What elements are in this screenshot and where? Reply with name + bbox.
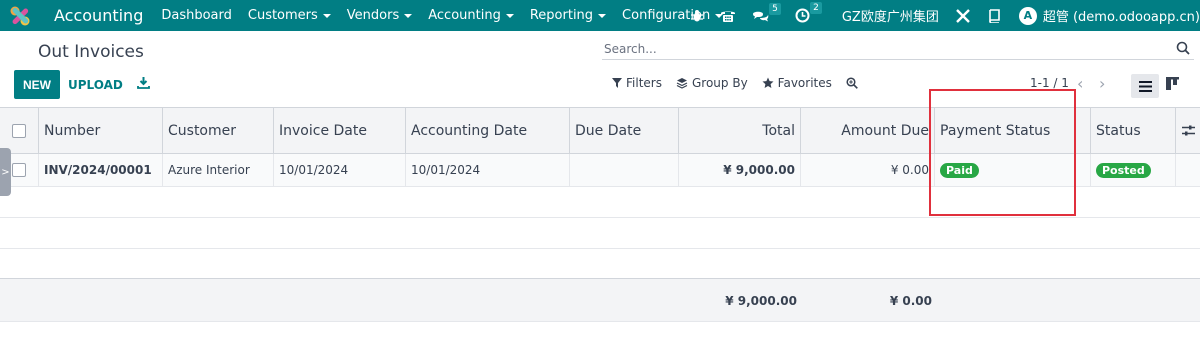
messages-icon[interactable]: 5	[752, 2, 781, 23]
search-panel-toggles: Filters Group By Favorites	[612, 76, 876, 90]
cell-invoice-date[interactable]: 10/01/2024	[274, 154, 406, 186]
menu-accounting-label: Accounting	[428, 8, 501, 23]
column-header-customer[interactable]: Customer	[163, 108, 274, 153]
kanban-view-button[interactable]	[1166, 77, 1179, 94]
breadcrumb: Out Invoices	[38, 42, 144, 62]
row-checkbox[interactable]	[12, 163, 26, 177]
caret-down-icon	[505, 13, 514, 18]
upload-button[interactable]: UPLOAD	[68, 70, 123, 99]
cell-total[interactable]: ¥ 9,000.00	[679, 154, 801, 186]
activities-count-badge: 2	[810, 2, 822, 14]
filters-label: Filters	[626, 76, 662, 90]
search-bar	[602, 38, 1194, 60]
download-icon[interactable]	[137, 76, 150, 93]
column-header-invoice-date[interactable]: Invoice Date	[274, 108, 406, 153]
menu-dashboard-label: Dashboard	[161, 8, 232, 23]
pager-next-icon[interactable]: ›	[1099, 74, 1105, 93]
footer-amount-due-sum: ¥ 0.00	[889, 293, 932, 308]
cell-number[interactable]: INV/2024/00001	[39, 154, 163, 186]
optional-columns-toggle[interactable]	[1176, 108, 1200, 153]
column-header-total[interactable]: Total	[679, 108, 801, 153]
filter-icon	[612, 78, 622, 88]
bug-icon[interactable]	[690, 9, 704, 23]
zoom-icon	[846, 77, 858, 89]
company-switcher[interactable]: GZ欧度广州集团	[842, 6, 939, 25]
menu-customers[interactable]: Customers	[248, 8, 331, 23]
kanban-view-icon	[1166, 77, 1179, 90]
list-view-button[interactable]	[1131, 74, 1159, 98]
top-navbar: Accounting Dashboard Customers Vendors A…	[0, 0, 1200, 31]
search-options-button[interactable]	[846, 77, 862, 89]
star-icon	[762, 77, 774, 88]
menu-customers-label: Customers	[247, 8, 318, 23]
list-view-icon	[1138, 80, 1152, 92]
column-header-amount-due[interactable]: Amount Due	[801, 108, 935, 153]
new-button[interactable]: NEW	[14, 70, 60, 99]
menu-vendors[interactable]: Vendors	[346, 8, 413, 23]
select-all-cell	[0, 108, 39, 153]
cell-status[interactable]: Posted	[1091, 154, 1176, 186]
group-by-label: Group By	[691, 76, 748, 90]
menu-dashboard[interactable]: Dashboard	[161, 8, 232, 23]
tools-icon[interactable]	[955, 8, 971, 24]
layers-icon	[676, 78, 688, 89]
column-header-accounting-date[interactable]: Accounting Date	[406, 108, 570, 153]
sliders-icon	[1181, 125, 1195, 136]
empty-row	[0, 249, 1200, 279]
favorites-button[interactable]: Favorites	[762, 76, 832, 90]
phone-icon[interactable]	[720, 9, 736, 23]
group-by-button[interactable]: Group By	[676, 76, 748, 90]
table-footer-row: ¥ 9,000.00 ¥ 0.00	[0, 279, 1200, 322]
messages-count-badge: 5	[769, 2, 781, 15]
column-header-status[interactable]: Status	[1091, 108, 1176, 153]
menu-reporting-label: Reporting	[529, 8, 594, 23]
cell-amount-due[interactable]: ¥ 0.00	[801, 154, 935, 186]
empty-row	[0, 218, 1200, 249]
favorites-label: Favorites	[777, 76, 832, 90]
select-all-checkbox[interactable]	[12, 123, 26, 138]
footer-total-sum: ¥ 9,000.00	[725, 293, 797, 308]
book-icon[interactable]	[987, 8, 1001, 23]
column-header-number[interactable]: Number	[39, 108, 163, 153]
cell-customer[interactable]: Azure Interior	[163, 154, 274, 186]
menu-reporting[interactable]: Reporting	[529, 8, 607, 23]
status-badge: Posted	[1096, 162, 1151, 178]
column-header-due-date[interactable]: Due Date	[570, 108, 679, 153]
app-name[interactable]: Accounting	[54, 6, 143, 25]
caret-down-icon	[598, 13, 607, 18]
search-input[interactable]	[602, 38, 1162, 59]
payment-status-highlight-box	[929, 89, 1076, 216]
user-avatar[interactable]: A	[1018, 6, 1037, 25]
user-menu[interactable]: 超管 (demo.odooapp.cn)	[1043, 6, 1200, 25]
pager-previous-icon[interactable]: ‹	[1077, 74, 1083, 93]
systray: 5 2 GZ欧度广州集团 A 超管 (demo.odooapp.cn)	[682, 0, 1200, 31]
caret-down-icon	[404, 13, 413, 18]
search-icon[interactable]	[1176, 41, 1190, 59]
cell-accounting-date[interactable]: 10/01/2024	[406, 154, 570, 186]
menu-vendors-label: Vendors	[346, 8, 400, 23]
app-logo-icon[interactable]	[0, 0, 40, 31]
cell-due-date[interactable]	[570, 154, 679, 186]
filters-button[interactable]: Filters	[612, 76, 662, 90]
sidebar-expand-handle[interactable]: >	[0, 148, 11, 196]
pager-value[interactable]: 1-1 / 1	[1030, 76, 1069, 90]
caret-down-icon	[322, 13, 331, 18]
activity-clock-icon[interactable]: 2	[795, 2, 822, 23]
menu-accounting[interactable]: Accounting	[428, 8, 514, 23]
